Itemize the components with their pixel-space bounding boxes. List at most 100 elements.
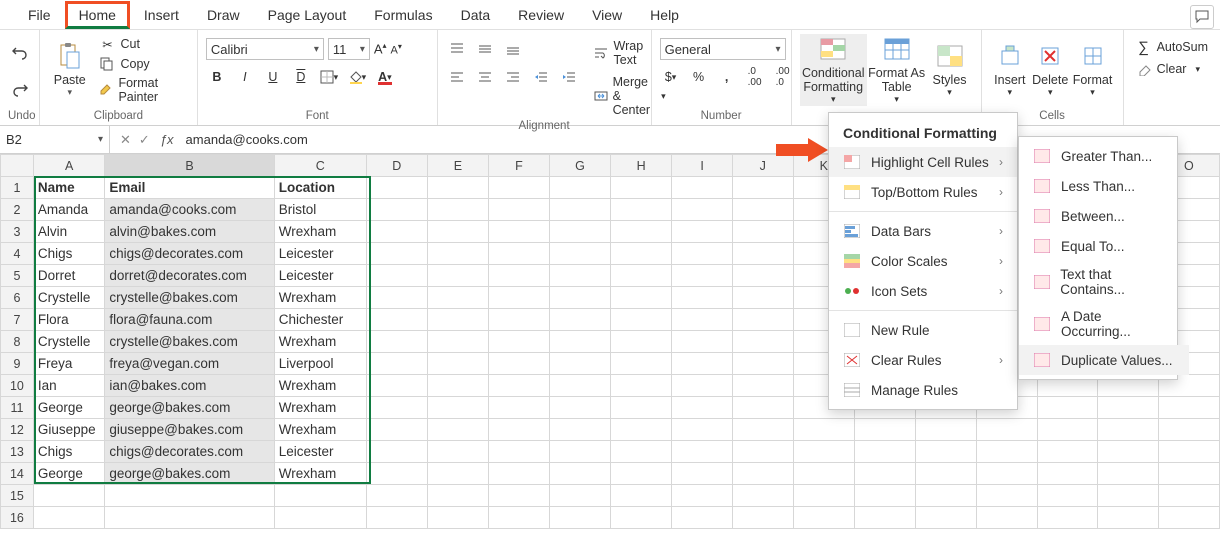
cell[interactable]: Chigs xyxy=(33,243,104,265)
cell[interactable] xyxy=(793,485,854,507)
align-middle-button[interactable] xyxy=(474,38,496,60)
format-as-table-button[interactable]: Format As Table▾ xyxy=(867,34,927,106)
tab-page-layout[interactable]: Page Layout xyxy=(254,1,361,29)
submenu-less-than[interactable]: Less Than... xyxy=(1019,171,1189,201)
cell[interactable]: Leicester xyxy=(274,441,366,463)
menu-manage-rules[interactable]: Manage Rules xyxy=(829,375,1017,405)
cell[interactable]: ian@bakes.com xyxy=(105,375,274,397)
cell[interactable] xyxy=(611,485,672,507)
cell[interactable] xyxy=(732,375,793,397)
cell[interactable]: Amanda xyxy=(33,199,104,221)
tab-review[interactable]: Review xyxy=(504,1,578,29)
cell[interactable] xyxy=(427,265,488,287)
cell[interactable] xyxy=(732,221,793,243)
cell[interactable] xyxy=(611,177,672,199)
row-header[interactable]: 3 xyxy=(1,221,34,243)
column-header[interactable]: E xyxy=(427,155,488,177)
cell[interactable] xyxy=(549,177,610,199)
cell[interactable] xyxy=(427,397,488,419)
cell[interactable]: George xyxy=(33,397,104,419)
cell[interactable] xyxy=(488,397,549,419)
format-painter-button[interactable]: Format Painter xyxy=(95,75,188,105)
cell[interactable]: Alvin xyxy=(33,221,104,243)
cell[interactable] xyxy=(427,353,488,375)
cell[interactable]: Giuseppe xyxy=(33,419,104,441)
row-header[interactable]: 11 xyxy=(1,397,34,419)
row-header[interactable]: 7 xyxy=(1,309,34,331)
bold-button[interactable]: B xyxy=(206,66,228,88)
cell[interactable]: Freya xyxy=(33,353,104,375)
cell[interactable]: Name xyxy=(33,177,104,199)
cell[interactable] xyxy=(366,397,427,419)
align-top-button[interactable] xyxy=(446,38,468,60)
increase-font-button[interactable]: A▴ xyxy=(374,41,387,56)
submenu-text-contains[interactable]: Text that Contains... xyxy=(1019,261,1189,303)
cell[interactable] xyxy=(1098,419,1158,441)
cell[interactable] xyxy=(611,265,672,287)
tab-view[interactable]: View xyxy=(578,1,636,29)
align-right-button[interactable] xyxy=(502,66,524,88)
cell[interactable] xyxy=(366,199,427,221)
cell[interactable] xyxy=(611,397,672,419)
cell[interactable] xyxy=(366,419,427,441)
cell[interactable] xyxy=(549,243,610,265)
cell[interactable]: amanda@cooks.com xyxy=(105,199,274,221)
cell[interactable]: george@bakes.com xyxy=(105,463,274,485)
tab-draw[interactable]: Draw xyxy=(193,1,254,29)
submenu-date-occurring[interactable]: A Date Occurring... xyxy=(1019,303,1189,345)
row-header[interactable]: 5 xyxy=(1,265,34,287)
cell[interactable] xyxy=(488,177,549,199)
cell[interactable] xyxy=(611,375,672,397)
cell[interactable] xyxy=(366,375,427,397)
redo-button[interactable] xyxy=(11,81,29,99)
cell[interactable] xyxy=(854,419,915,441)
cell[interactable] xyxy=(105,485,274,507)
cell[interactable]: crystelle@bakes.com xyxy=(105,331,274,353)
cell[interactable] xyxy=(732,507,793,529)
cell[interactable] xyxy=(549,265,610,287)
cell[interactable] xyxy=(1098,397,1158,419)
underline-button[interactable]: U xyxy=(262,66,284,88)
row-header[interactable]: 9 xyxy=(1,353,34,375)
cell[interactable] xyxy=(549,419,610,441)
cell[interactable] xyxy=(672,331,733,353)
cell[interactable] xyxy=(672,507,733,529)
format-cells-button[interactable]: Format▾ xyxy=(1070,34,1114,106)
cell[interactable] xyxy=(915,485,976,507)
cell[interactable] xyxy=(1038,463,1098,485)
cell[interactable] xyxy=(488,265,549,287)
cell[interactable] xyxy=(732,199,793,221)
cell[interactable] xyxy=(672,463,733,485)
cell[interactable] xyxy=(732,419,793,441)
font-color-button[interactable]: A ▾ xyxy=(374,66,396,88)
cell[interactable] xyxy=(488,221,549,243)
cell[interactable] xyxy=(488,199,549,221)
cell[interactable] xyxy=(549,287,610,309)
cell[interactable] xyxy=(1098,507,1158,529)
cell[interactable] xyxy=(732,331,793,353)
cell[interactable] xyxy=(366,243,427,265)
cell[interactable] xyxy=(1038,485,1098,507)
confirm-formula-button[interactable]: ✓ xyxy=(139,132,150,148)
column-header[interactable]: G xyxy=(549,155,610,177)
menu-clear-rules[interactable]: Clear Rules› xyxy=(829,345,1017,375)
cell[interactable] xyxy=(427,199,488,221)
cell[interactable] xyxy=(611,243,672,265)
row-header[interactable]: 2 xyxy=(1,199,34,221)
cell[interactable] xyxy=(427,507,488,529)
cell[interactable] xyxy=(366,265,427,287)
cell[interactable] xyxy=(732,243,793,265)
cell[interactable] xyxy=(274,485,366,507)
cell[interactable] xyxy=(427,375,488,397)
cell[interactable] xyxy=(274,507,366,529)
row-header[interactable]: 1 xyxy=(1,177,34,199)
autosum-button[interactable]: ∑ AutoSum xyxy=(1132,38,1212,56)
currency-button[interactable]: $▾ xyxy=(660,66,682,88)
comma-button[interactable]: , xyxy=(716,66,738,88)
cell[interactable] xyxy=(427,221,488,243)
cell[interactable] xyxy=(1158,397,1219,419)
cell[interactable] xyxy=(549,375,610,397)
cell[interactable]: Chigs xyxy=(33,441,104,463)
tab-help[interactable]: Help xyxy=(636,1,693,29)
undo-button[interactable] xyxy=(11,44,29,62)
